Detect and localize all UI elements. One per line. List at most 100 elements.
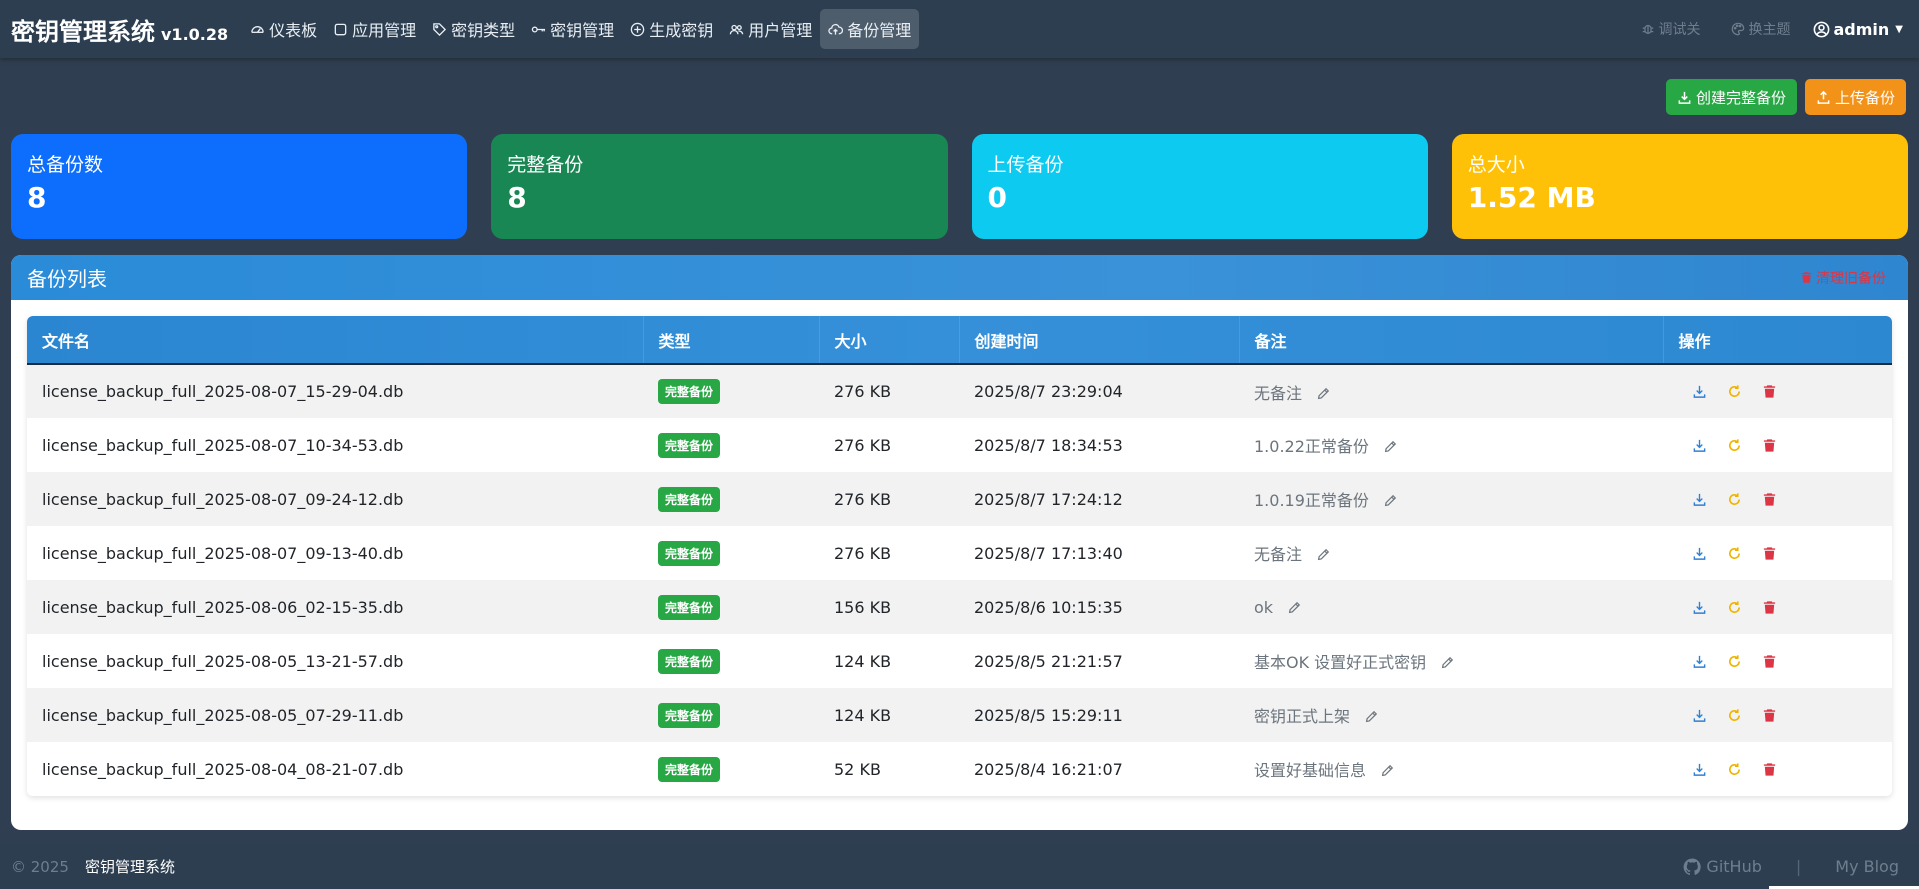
stat-value: 0	[987, 181, 1007, 214]
nav-item-key-types[interactable]: 密钥类型	[424, 9, 523, 49]
github-label: GitHub	[1706, 857, 1762, 876]
column-header-note: 备注	[1239, 316, 1664, 365]
restore-icon[interactable]	[1727, 600, 1742, 615]
trash-icon[interactable]	[1762, 492, 1777, 507]
download-icon	[1678, 91, 1691, 104]
cell-type: 完整备份	[643, 364, 819, 418]
brand-title[interactable]: 密钥管理系统	[11, 12, 155, 47]
pencil-icon[interactable]	[1383, 494, 1397, 508]
stat-value: 8	[507, 181, 527, 214]
trash-icon[interactable]	[1762, 438, 1777, 453]
cell-filename: license_backup_full_2025-08-07_15-29-04.…	[42, 382, 404, 401]
stat-label: 上传备份	[987, 154, 1064, 176]
restore-icon[interactable]	[1727, 492, 1742, 507]
stat-label: 总备份数	[27, 154, 104, 176]
debug-toggle[interactable]: 调试关	[1641, 19, 1701, 39]
cell-filename: license_backup_full_2025-08-05_07-29-11.…	[42, 705, 404, 725]
create-full-backup-button[interactable]: 创建完整备份	[1665, 79, 1797, 115]
download-icon[interactable]	[1692, 438, 1707, 453]
cell-size: 276 KB	[834, 489, 892, 509]
download-icon[interactable]	[1692, 762, 1707, 777]
note-text: 设置好基础信息	[1254, 761, 1367, 780]
cell-created: 2025/8/7 17:24:12	[974, 489, 1123, 509]
brand[interactable]: 密钥管理系统 v1.0.28	[11, 12, 228, 47]
nav-item-apps[interactable]: 应用管理	[325, 9, 424, 49]
cell-created: 2025/8/7 18:34:53	[974, 435, 1123, 455]
trash-icon[interactable]	[1762, 654, 1777, 669]
column-header-size: 大小	[819, 316, 960, 365]
pencil-icon[interactable]	[1380, 764, 1394, 778]
trash-icon[interactable]	[1762, 600, 1777, 615]
cell-actions	[1663, 364, 1892, 418]
nav-item-dashboard[interactable]: 仪表板	[242, 9, 325, 49]
debug-label: 调试关	[1658, 22, 1701, 38]
cell-type: 完整备份	[643, 580, 819, 634]
pencil-icon[interactable]	[1383, 440, 1397, 454]
cell-actions	[1663, 742, 1892, 796]
trash-icon[interactable]	[1762, 762, 1777, 777]
restore-icon[interactable]	[1727, 762, 1742, 777]
type-badge: 完整备份	[658, 379, 721, 404]
row-actions	[1678, 438, 1892, 453]
cell-actions	[1663, 526, 1892, 580]
stat-card-uploaded: 上传备份 0	[971, 134, 1428, 239]
note-text: 无备注	[1254, 545, 1303, 564]
trash-icon[interactable]	[1762, 708, 1777, 723]
restore-icon[interactable]	[1727, 546, 1742, 561]
clear-old-backups-button[interactable]: 清理旧备份	[1800, 255, 1886, 300]
nav-item-generate[interactable]: 生成密钥	[622, 9, 721, 49]
nav-item-keys[interactable]: 密钥管理	[523, 9, 622, 49]
nav-item-label: 密钥类型	[451, 21, 516, 40]
nav-menu: 仪表板 应用管理 密钥类型 密钥管理 生成密钥 用户管理 备份管理	[242, 0, 920, 58]
pencil-icon[interactable]	[1364, 710, 1378, 724]
palette-icon	[1731, 22, 1744, 36]
users-icon	[729, 24, 744, 34]
theme-switch[interactable]: 换主题	[1731, 19, 1791, 39]
cell-filename: license_backup_full_2025-08-07_10-34-53.…	[42, 435, 404, 455]
type-badge: 完整备份	[658, 486, 721, 512]
download-icon[interactable]	[1692, 600, 1707, 615]
nav-item-label: 备份管理	[847, 21, 912, 40]
cloud-upload-icon	[828, 23, 844, 35]
cell-actions	[1663, 580, 1892, 634]
pencil-icon[interactable]	[1440, 656, 1454, 670]
cell-note: 1.0.19正常备份	[1239, 472, 1663, 526]
restore-icon[interactable]	[1727, 384, 1742, 399]
row-actions	[1678, 762, 1892, 777]
pencil-icon[interactable]	[1316, 548, 1330, 562]
row-actions	[1678, 492, 1892, 507]
restore-icon[interactable]	[1727, 708, 1742, 723]
key-icon	[531, 26, 546, 32]
chevron-down-icon: ▼	[1895, 23, 1903, 35]
table-header-row: 文件名 类型 大小 创建时间 备注 操作	[27, 316, 1892, 365]
user-menu[interactable]: admin ▼	[1813, 20, 1903, 39]
restore-icon[interactable]	[1727, 654, 1742, 669]
download-icon[interactable]	[1692, 492, 1707, 507]
download-icon[interactable]	[1692, 546, 1707, 561]
stat-card-size: 总大小 1.52 MB	[1451, 134, 1908, 239]
pencil-icon[interactable]	[1316, 387, 1330, 401]
restore-icon[interactable]	[1727, 438, 1742, 453]
nav-item-users[interactable]: 用户管理	[721, 9, 820, 49]
pencil-icon[interactable]	[1287, 601, 1301, 615]
nav-item-label: 应用管理	[352, 21, 417, 40]
cell-created: 2025/8/7 17:13:40	[974, 543, 1123, 563]
plus-circle-icon	[630, 22, 645, 36]
trash-icon[interactable]	[1762, 546, 1777, 561]
download-icon[interactable]	[1692, 384, 1707, 399]
download-icon[interactable]	[1692, 654, 1707, 669]
trash-icon[interactable]	[1762, 384, 1777, 399]
type-badge: 完整备份	[658, 540, 721, 566]
cell-note: 无备注	[1239, 526, 1663, 580]
nav-right: 调试关 换主题 admin ▼	[1611, 0, 1903, 58]
blog-link[interactable]: My Blog	[1835, 857, 1899, 876]
note-text: 密钥正式上架	[1254, 707, 1351, 726]
upload-backup-button[interactable]: 上传备份	[1804, 79, 1906, 115]
nav-item-backup[interactable]: 备份管理	[820, 9, 920, 49]
cell-actions	[1663, 472, 1892, 526]
type-badge: 完整备份	[658, 594, 721, 620]
upload-icon	[1817, 90, 1830, 104]
card-header: 备份列表 清理旧备份	[11, 255, 1908, 300]
download-icon[interactable]	[1692, 708, 1707, 723]
github-link[interactable]: GitHub	[1683, 857, 1762, 876]
